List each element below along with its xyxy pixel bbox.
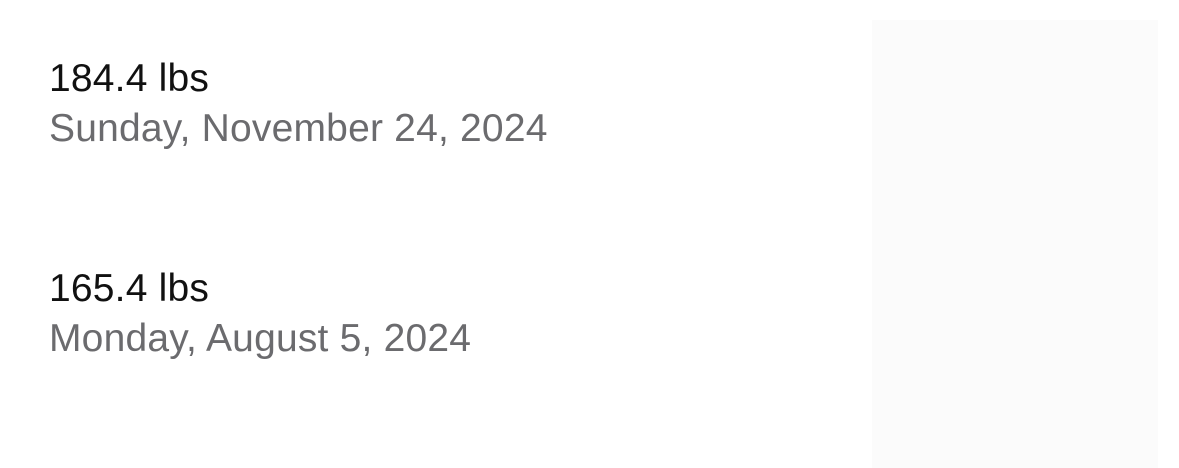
entry-date: Monday, August 5, 2024 [49,317,472,360]
weight-history-list: 184.4 lbs Sunday, November 24, 2024 165.… [0,0,860,468]
weight-entry[interactable]: 184.4 lbs Sunday, November 24, 2024 [49,56,849,152]
side-panel [872,20,1158,468]
weight-value: 165.4 lbs [49,267,210,310]
weight-entry[interactable]: 165.4 lbs Monday, August 5, 2024 [49,266,849,362]
entry-date: Sunday, November 24, 2024 [49,107,548,150]
weight-value: 184.4 lbs [49,57,210,100]
